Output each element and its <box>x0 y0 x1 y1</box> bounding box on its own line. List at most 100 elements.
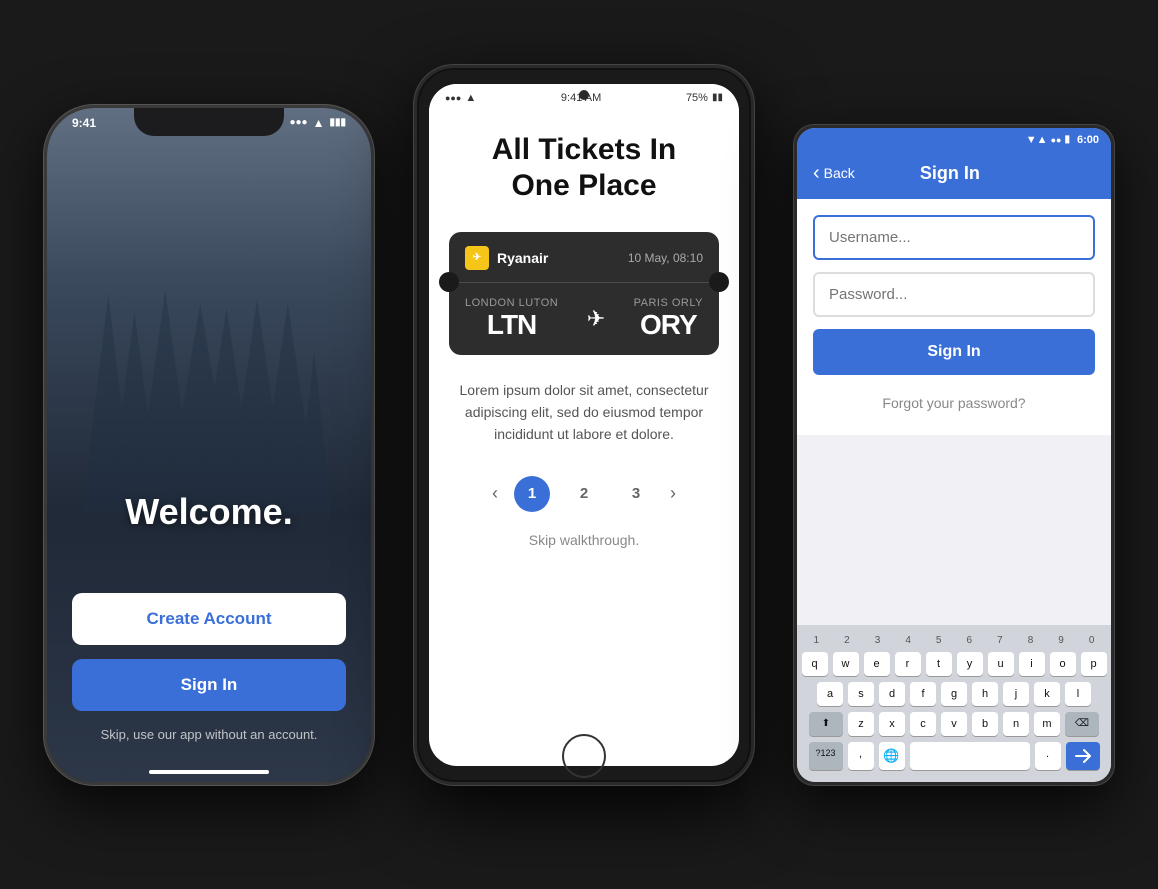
prev-page-button[interactable]: ‹ <box>492 483 498 504</box>
signal-bars: ●●● <box>445 93 461 103</box>
key-t[interactable]: t <box>926 652 952 676</box>
period-key[interactable]: . <box>1035 742 1061 770</box>
key-b[interactable]: b <box>972 712 998 736</box>
airline-logo: ✈ <box>465 246 489 270</box>
key-j[interactable]: j <box>1003 682 1029 706</box>
key-k[interactable]: k <box>1034 682 1060 706</box>
key-v[interactable]: v <box>941 712 967 736</box>
phone2-device: ●●● ▲ 9:41 AM 75% ▮▮ All Tickets In One … <box>414 65 754 785</box>
page-1-button[interactable]: 1 <box>514 476 550 512</box>
key-q[interactable]: q <box>802 652 828 676</box>
key-i[interactable]: i <box>1019 652 1045 676</box>
phone1-status-icons: ●●● ▲ ▮▮▮ <box>289 116 346 130</box>
skip-walkthrough[interactable]: Skip walkthrough. <box>449 532 719 548</box>
key-r[interactable]: r <box>895 652 921 676</box>
key-z[interactable]: z <box>848 712 874 736</box>
phone3-app-header: ‹ Back Sign In <box>797 152 1111 199</box>
key-a[interactable]: a <box>817 682 843 706</box>
comma-key[interactable]: , <box>848 742 874 770</box>
key-e[interactable]: e <box>864 652 890 676</box>
airline-info: ✈ Ryanair <box>465 246 548 270</box>
wifi-icon-p3: ▼▲ <box>1026 134 1048 146</box>
walkthrough-body: Lorem ipsum dolor sit amet, consectetur … <box>449 379 719 446</box>
ticket-date: 10 May, 08:10 <box>628 251 703 265</box>
phone3-status-icons: ▼▲ ●● ▮ 6:00 <box>1026 134 1099 146</box>
keyboard-row-3: ⬆ z x c v b n m ⌫ <box>801 712 1107 736</box>
front-camera <box>579 90 589 100</box>
welcome-text: Welcome. <box>72 491 346 533</box>
globe-key[interactable]: 🌐 <box>879 742 905 770</box>
home-indicator <box>149 770 269 774</box>
battery-icon-p3: ▮ <box>1064 134 1070 145</box>
key-u[interactable]: u <box>988 652 1014 676</box>
phone3-device: ▼▲ ●● ▮ 6:00 ‹ Back Sign In Sign I <box>794 125 1114 785</box>
key-m[interactable]: m <box>1034 712 1060 736</box>
phone2-battery-pct: 75% <box>686 92 708 104</box>
keyboard-row-2: a s d f g h j k l <box>801 682 1107 706</box>
ticket-route: LONDON LUTON LTN ✈ PARIS ORLY ORY <box>465 297 703 341</box>
backspace-key[interactable]: ⌫ <box>1065 712 1099 736</box>
sign-in-form: Sign In Forgot your password? <box>797 199 1111 435</box>
send-key[interactable] <box>1066 742 1100 770</box>
page-2-button[interactable]: 2 <box>566 476 602 512</box>
password-input[interactable] <box>813 272 1095 317</box>
wifi-icon: ▲ <box>313 116 325 130</box>
battery-icon-p2: ▮▮ <box>712 92 723 103</box>
wifi-icon-p2: ▲ <box>465 92 476 104</box>
key-s[interactable]: s <box>848 682 874 706</box>
phone1-content: Welcome. Create Account Sign In Skip, us… <box>47 461 371 782</box>
phone1-device: 9:41 ●●● ▲ ▮▮▮ Welcome. Create Account S… <box>44 105 374 785</box>
key-n[interactable]: n <box>1003 712 1029 736</box>
airline-name: Ryanair <box>497 250 548 266</box>
home-button[interactable] <box>562 734 606 778</box>
next-page-button[interactable]: › <box>670 483 676 504</box>
plane-icon: ✈ <box>587 306 605 332</box>
phone1-status-bar: 9:41 ●●● ▲ ▮▮▮ <box>47 116 371 130</box>
phone3-screen: ▼▲ ●● ▮ 6:00 ‹ Back Sign In Sign I <box>797 128 1111 782</box>
phone2-status-left: ●●● ▲ <box>445 92 476 104</box>
back-label: Back <box>824 165 855 181</box>
key-h[interactable]: h <box>972 682 998 706</box>
sign-in-button-phone3[interactable]: Sign In <box>813 329 1095 375</box>
phone1-time: 9:41 <box>72 116 96 130</box>
space-key[interactable] <box>910 742 1030 770</box>
battery-icon: ▮▮▮ <box>329 117 346 128</box>
time-p3: 6:00 <box>1077 134 1099 146</box>
back-chevron-icon: ‹ <box>813 162 820 185</box>
phone3-status-bar: ▼▲ ●● ▮ 6:00 <box>797 128 1111 152</box>
key-g[interactable]: g <box>941 682 967 706</box>
signal-icon-p3: ●● <box>1051 135 1062 145</box>
signal-icon: ●●● <box>289 117 307 128</box>
back-button[interactable]: ‹ Back <box>813 162 855 185</box>
key-f[interactable]: f <box>910 682 936 706</box>
key-w[interactable]: w <box>833 652 859 676</box>
number-row: 1 2 3 4 5 6 7 8 9 0 <box>801 633 1107 648</box>
ticket-card: ✈ Ryanair 10 May, 08:10 LONDON LUTON LTN… <box>449 232 719 355</box>
key-c[interactable]: c <box>910 712 936 736</box>
key-o[interactable]: o <box>1050 652 1076 676</box>
username-input[interactable] <box>813 215 1095 260</box>
key-p[interactable]: p <box>1081 652 1107 676</box>
virtual-keyboard: 1 2 3 4 5 6 7 8 9 0 q w e r t <box>797 625 1111 782</box>
phones-container: 9:41 ●●● ▲ ▮▮▮ Welcome. Create Account S… <box>14 75 1144 815</box>
sign-in-button-phone1[interactable]: Sign In <box>72 659 346 711</box>
walkthrough-headline: All Tickets In One Place <box>449 132 719 204</box>
key-y[interactable]: y <box>957 652 983 676</box>
destination-city: PARIS ORLY ORY <box>634 297 703 341</box>
phone2-screen: ●●● ▲ 9:41 AM 75% ▮▮ All Tickets In One … <box>429 84 739 766</box>
pagination: ‹ 1 2 3 › <box>449 476 719 512</box>
phone2-battery-area: 75% ▮▮ <box>686 92 723 104</box>
keyboard-row-bottom: ?123 , 🌐 . <box>801 742 1107 770</box>
sign-in-title: Sign In <box>920 163 980 184</box>
phone2-content: All Tickets In One Place ✈ Ryanair 10 Ma… <box>429 108 739 572</box>
key-x[interactable]: x <box>879 712 905 736</box>
skip-text-phone1[interactable]: Skip, use our app without an account. <box>72 727 346 742</box>
origin-city: LONDON LUTON LTN <box>465 297 558 341</box>
numbers-switch-key[interactable]: ?123 <box>809 742 843 770</box>
page-3-button[interactable]: 3 <box>618 476 654 512</box>
create-account-button[interactable]: Create Account <box>72 593 346 645</box>
forgot-password-link[interactable]: Forgot your password? <box>813 387 1095 419</box>
key-l[interactable]: l <box>1065 682 1091 706</box>
shift-key[interactable]: ⬆ <box>809 712 843 736</box>
key-d[interactable]: d <box>879 682 905 706</box>
